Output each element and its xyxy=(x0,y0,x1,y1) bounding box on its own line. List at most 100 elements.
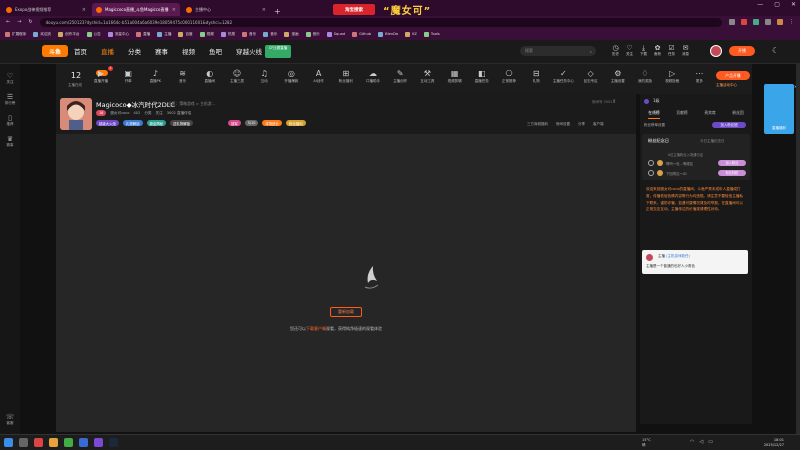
room-badge[interactable]: 5/10 xyxy=(244,120,259,126)
wifi-icon[interactable]: ◠ xyxy=(690,439,694,445)
rail-item-3[interactable]: ♛ 赛事 xyxy=(0,135,20,148)
side-tab[interactable]: 粉丝团 xyxy=(732,110,743,119)
room-badge[interactable]: 粉丝福利 xyxy=(285,120,306,126)
extension-icon[interactable] xyxy=(753,19,759,25)
address-bar[interactable]: douyu.com/250123?dyshid=1a1664c-b51a004a… xyxy=(39,17,722,27)
header-tool-4[interactable]: ☑ 任务 xyxy=(668,44,675,57)
tool-item[interactable]: ⊟ 礼物 xyxy=(523,69,549,84)
nav-item[interactable]: 直播 xyxy=(101,46,114,56)
tool-item[interactable]: ♪ 直播PK xyxy=(142,69,168,84)
side-tab[interactable]: 贵宾席 xyxy=(704,110,715,119)
browser-tab[interactable]: Exopo战神视频推荐 × xyxy=(2,3,90,16)
tool-item[interactable]: ⊞ 粉丝福利 xyxy=(333,69,359,84)
room-badge[interactable]: 冠军 xyxy=(228,120,241,126)
room-badge[interactable]: 送礼物解锁 xyxy=(170,120,194,126)
close-icon[interactable]: × xyxy=(172,7,176,13)
tool-item[interactable]: ▶ 直播开播 xyxy=(88,69,114,84)
share-icon[interactable]: ⇪ xyxy=(612,99,616,105)
bookmark-item[interactable]: BlenDa xyxy=(378,31,398,37)
join-fans-button[interactable]: 加入粉丝团 xyxy=(712,122,746,128)
app-icon[interactable] xyxy=(79,438,88,447)
tool-item[interactable]: ⋯ 更多 xyxy=(686,69,712,84)
tool-item[interactable]: ▦ 视频剪辑 xyxy=(442,69,468,84)
tool-item[interactable]: ≋ 音乐 xyxy=(170,69,196,84)
retry-button[interactable]: 重新加载 xyxy=(330,307,362,317)
steam-icon[interactable] xyxy=(109,438,118,447)
bookmark-item[interactable]: Github xyxy=(352,31,371,37)
room-badge[interactable]: 礼物解锁 xyxy=(122,120,143,126)
folder-icon[interactable] xyxy=(49,438,58,447)
bookmark-item[interactable]: 音乐 xyxy=(242,31,256,37)
rank-row[interactable]: 下回再见～ID 粉丝特权 xyxy=(648,170,746,176)
forward-icon[interactable]: → xyxy=(17,19,21,25)
tool-item[interactable]: ⎔ 正常推荐 xyxy=(496,69,522,84)
streamer-avatar[interactable] xyxy=(60,98,92,130)
windows-start-icon[interactable] xyxy=(4,438,13,447)
bookmark-item[interactable]: 视频 xyxy=(199,31,214,37)
nav-badge[interactable]: CF比赛直播 xyxy=(265,45,291,58)
bookmark-item[interactable]: 漫画 xyxy=(284,31,299,37)
rail-item-1[interactable]: ☰ 排行榜 xyxy=(0,93,20,106)
tool-item[interactable]: ▣ 开单 xyxy=(115,69,141,84)
tool-item[interactable]: ◎ 开播爆款 xyxy=(278,69,304,84)
bookmark-item[interactable]: 扩展程序 xyxy=(5,31,26,37)
room-action[interactable]: 房间设置 xyxy=(556,122,570,127)
header-tool-5[interactable]: ✉ 消息 xyxy=(682,44,689,57)
bookmark-item[interactable]: 创作平台 xyxy=(58,31,80,37)
tool-item[interactable]: A AI创作 xyxy=(306,69,332,84)
tool-item[interactable]: ♢ 我的奖励 xyxy=(632,69,658,84)
app-icon[interactable] xyxy=(34,438,43,447)
side-tab[interactable]: 贡献榜 xyxy=(676,110,687,119)
tool-item[interactable]: ✓ 主播任务中心 xyxy=(550,69,576,84)
bookmark-item[interactable]: 主播 xyxy=(157,31,171,37)
rank-pill[interactable]: 加入粉丝 xyxy=(718,160,746,166)
fans-switch[interactable]: 粉丝榜单设置 xyxy=(644,123,665,128)
room-badge[interactable]: 魔盒揭秘 xyxy=(146,120,167,126)
video-player[interactable] xyxy=(56,134,636,432)
tool-item[interactable]: ☁ 口播助手 xyxy=(360,69,386,84)
chrome-icon[interactable] xyxy=(64,438,73,447)
header-tool-2[interactable]: ⤓ 下载 xyxy=(640,44,647,57)
theme-toggle-icon[interactable]: ☾ xyxy=(772,46,779,55)
room-badge[interactable]: 超级大火炬 xyxy=(96,120,119,126)
tool-item[interactable]: ⚙ 主播设置 xyxy=(605,69,631,84)
tool-item[interactable]: ◧ 直播任务 xyxy=(469,69,495,84)
back-icon[interactable]: ← xyxy=(6,19,10,25)
extension-icon[interactable] xyxy=(729,19,735,25)
bookmark-item[interactable]: Tools xyxy=(423,31,440,37)
minimize-icon[interactable]: — xyxy=(757,1,763,8)
tool-item[interactable]: ✎ 主播创作 xyxy=(387,69,413,84)
close-icon[interactable]: × xyxy=(262,7,266,13)
bookmark-item[interactable]: 音乐 xyxy=(305,31,320,37)
volume-icon[interactable]: ◁ xyxy=(699,439,703,445)
tool-item[interactable]: ▷ 视频投稿 xyxy=(659,69,685,84)
nav-item[interactable]: 分类 xyxy=(128,46,141,56)
room-action[interactable]: 客户端 xyxy=(593,122,604,127)
room-action[interactable]: 三方商城福利 xyxy=(527,122,548,127)
bookmark-item[interactable]: KZ xyxy=(405,31,417,37)
search-input[interactable]: 搜索 ⌕ xyxy=(520,46,596,56)
nav-item[interactable]: 首页 xyxy=(74,46,87,56)
tool-item[interactable]: ◐ 直播间 xyxy=(197,69,223,84)
rail-item-2[interactable]: ▯ 推荐 xyxy=(0,114,20,127)
bookmark-item[interactable]: 公告 xyxy=(86,31,101,37)
avatar[interactable] xyxy=(646,254,653,261)
close-icon[interactable]: ✕ xyxy=(791,1,796,8)
bookmark-item[interactable]: Squad xyxy=(326,31,345,37)
avatar[interactable] xyxy=(710,45,722,57)
nav-item[interactable]: 鱼吧 xyxy=(209,46,222,56)
clock[interactable]: 18:01 2025/12/27 xyxy=(764,438,784,447)
tool-item[interactable]: ⚒ 互动工具 xyxy=(414,69,440,84)
open-live-button[interactable]: 开播 xyxy=(729,46,755,56)
profile-icon[interactable] xyxy=(777,19,783,25)
header-tool-0[interactable]: ◷ 历史 xyxy=(612,44,619,57)
streamer-name[interactable]: 魔女可coco xyxy=(110,111,129,116)
app-icon[interactable] xyxy=(94,438,103,447)
close-icon[interactable]: × xyxy=(82,7,86,13)
bookmark-item[interactable]: 热搜 xyxy=(220,31,235,37)
header-tool-1[interactable]: ♡ 关注 xyxy=(626,44,633,57)
bookmark-item[interactable]: 音乐 xyxy=(263,31,277,37)
promo-side-sub[interactable]: 主播活动中心 xyxy=(716,83,737,88)
weather[interactable]: 15°C 晴 xyxy=(642,438,651,447)
bookmark-item[interactable]: 流量中心 xyxy=(107,31,129,37)
